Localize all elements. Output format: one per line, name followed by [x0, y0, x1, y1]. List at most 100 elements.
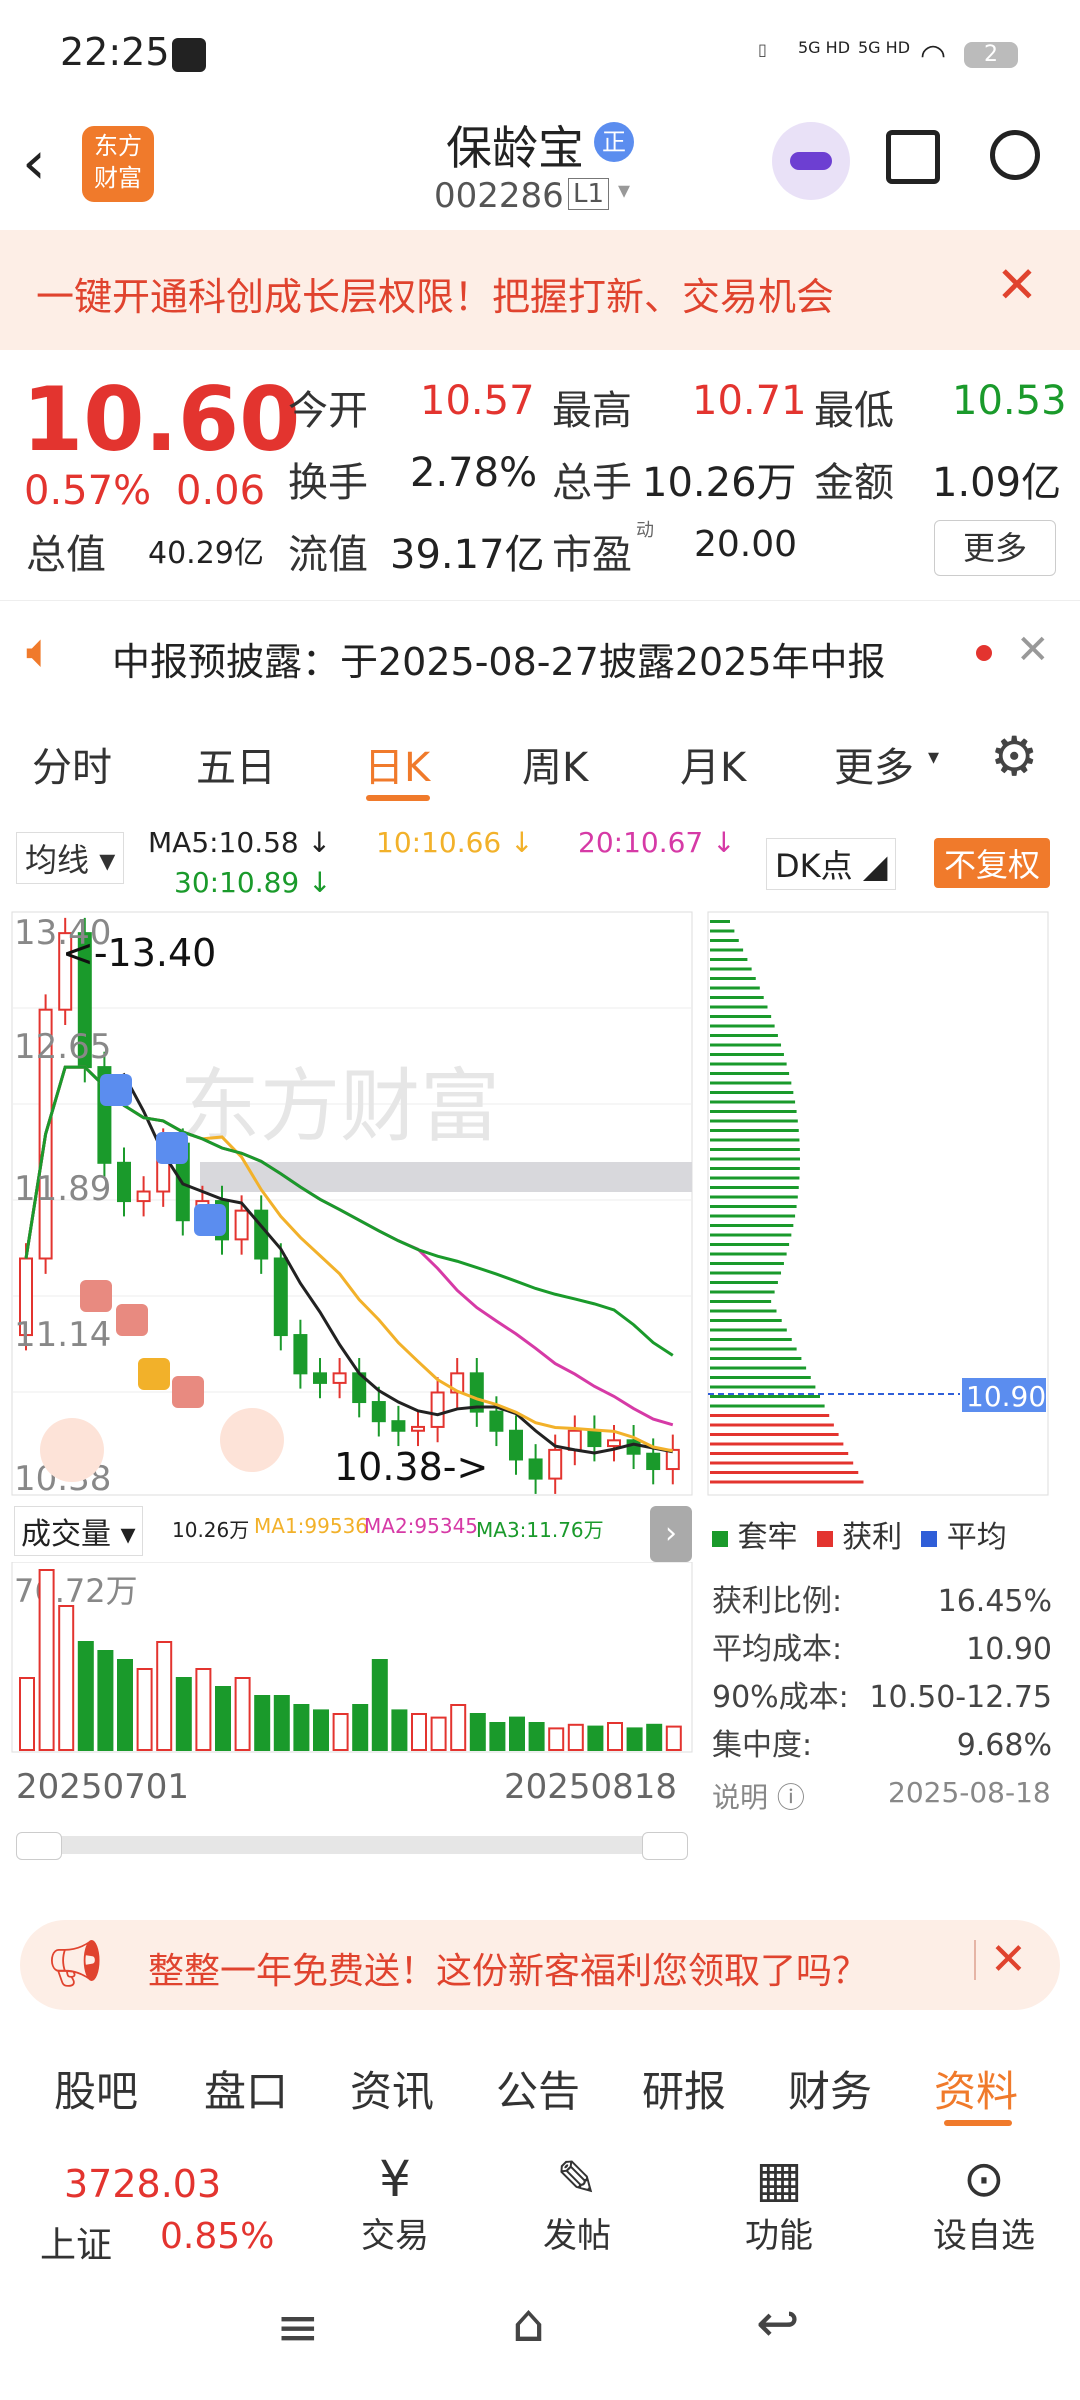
chip-bar — [710, 1271, 782, 1275]
stock-code: 002286 — [434, 176, 564, 216]
adjust-button[interactable]: 不复权 — [934, 838, 1051, 888]
expand-icon — [220, 1408, 284, 1472]
promo-banner[interactable]: 📢︎ 整整一年免费送！这份新客福利您领取了吗？ ✕ — [20, 1920, 1060, 2010]
mktcap-label: 总值 — [26, 532, 106, 578]
share-icon[interactable] — [886, 130, 940, 184]
notice-bar[interactable]: 🔈︎ 中报预披露：于2025-08-27披露2025年中报 ✕ — [0, 600, 1080, 707]
megaphone-icon: 📢︎ — [46, 1936, 105, 1990]
tab-wuri[interactable]: 五日 — [196, 735, 276, 793]
chip-bar — [710, 1262, 784, 1265]
ma-selector[interactable]: 均线 ▾ — [16, 832, 125, 884]
chip-bar — [710, 1461, 854, 1465]
chip-bar — [710, 1005, 768, 1009]
chip-bar — [710, 1471, 859, 1474]
level-badge: L1 — [568, 178, 610, 210]
sell-signal-icon — [194, 1204, 226, 1236]
volume-bar — [528, 1722, 545, 1751]
chip-bar — [710, 1024, 775, 1028]
post-button[interactable]: ✎ 发帖 — [512, 2150, 642, 2257]
volume-selector[interactable]: 成交量 ▾ — [14, 1506, 143, 1556]
tab-more[interactable]: 更多 — [834, 735, 914, 793]
back-icon[interactable]: ‹ — [22, 128, 46, 198]
low-label: 最低 — [814, 388, 894, 434]
chip-bar — [710, 1423, 834, 1427]
function-button[interactable]: ▦ 功能 — [714, 2150, 844, 2257]
tab-zhouk[interactable]: 周K — [522, 735, 588, 793]
chip-bar — [710, 948, 744, 952]
candle — [371, 1401, 386, 1423]
kcb-banner[interactable]: 一键开通科创成长层权限！把握打新、交易机会 ✕ — [0, 230, 1080, 350]
tab-pankou[interactable]: 盘口 — [204, 2058, 288, 2119]
volume-bar — [38, 1569, 55, 1751]
chip-bar — [710, 1100, 796, 1104]
info-tabs: 股吧 盘口 资讯 公告 研报 财务 资料 — [0, 2030, 1080, 2141]
stock-header: ‹ 东方 财富 保龄宝 正 002286 L1 ▾ — [0, 110, 1080, 230]
index-value: 3728.03 — [64, 2162, 222, 2206]
chevron-right-icon[interactable]: › — [650, 1506, 692, 1562]
volume-bar — [371, 1659, 388, 1751]
more-button[interactable]: 更多 — [934, 520, 1056, 576]
search-icon[interactable] — [990, 130, 1040, 180]
settings-gear-icon[interactable]: ⚙ — [990, 725, 1038, 788]
home-icon[interactable]: ⌂ — [512, 2294, 545, 2354]
vol-ma1: MA1:99536 — [254, 1514, 369, 1538]
candle — [273, 1257, 288, 1337]
volume-bar — [626, 1727, 643, 1751]
chip-bar — [710, 996, 764, 999]
add-watchlist-button[interactable]: ⊙ 设自选 — [914, 2150, 1054, 2257]
tab-zixun[interactable]: 资讯 — [350, 2058, 434, 2119]
dk-point-button[interactable]: DK点 ◢ — [766, 838, 897, 890]
volume-bar — [136, 1668, 153, 1751]
chip-bar — [710, 986, 760, 990]
code-dropdown-icon[interactable]: ▾ — [618, 176, 630, 204]
range-handle-right[interactable] — [642, 1832, 688, 1860]
pe-value: 20.00 — [694, 524, 798, 565]
explain-link[interactable]: 说明 ⓘ — [712, 1776, 805, 1816]
tab-guba[interactable]: 股吧 — [54, 2058, 138, 2119]
status-bar: 22:25 ▯ 5G HD 5G HD ◠ 2 — [0, 0, 1080, 110]
chip-bar — [710, 1053, 784, 1056]
back-nav-icon[interactable]: ↩ — [756, 2294, 800, 2354]
menu-icon[interactable]: ≡ — [276, 2298, 320, 2358]
chip-bar — [710, 1395, 820, 1398]
tab-rik[interactable]: 日K — [364, 735, 430, 793]
candle — [587, 1429, 602, 1448]
volume-bar — [273, 1695, 290, 1751]
tab-ziliao[interactable]: 资料 — [934, 2058, 1018, 2119]
range-handle-left[interactable] — [16, 1832, 62, 1860]
volume-bar — [175, 1677, 192, 1751]
chip-bar — [710, 1281, 778, 1284]
candle — [430, 1391, 445, 1428]
trade-button[interactable]: ¥ 交易 — [330, 2150, 460, 2257]
tab-yuek[interactable]: 月K — [680, 735, 746, 793]
volume-bar — [587, 1725, 604, 1752]
volume-bar — [607, 1722, 623, 1751]
chip-bar — [710, 1233, 792, 1237]
tab-yanbao[interactable]: 研报 — [642, 2058, 726, 2119]
bottom-toolbar: 3728.03 上证 0.85% ¥ 交易 ✎ 发帖 ▦ 功能 ⊙ 设自选 — [0, 2140, 1080, 2270]
index-ticker[interactable]: 3728.03 上证 0.85% — [0, 2140, 274, 2270]
volume-bar — [646, 1723, 663, 1752]
change-value: 0.06 — [176, 468, 266, 514]
close-icon[interactable]: ✕ — [996, 256, 1038, 314]
open-label: 今开 — [288, 388, 368, 434]
high-marker: <-13.40 — [62, 931, 216, 975]
chip-bar — [710, 1452, 849, 1455]
amount-label: 金额 — [814, 460, 894, 506]
tab-gonggao[interactable]: 公告 — [496, 2058, 580, 2119]
close-icon[interactable]: ✕ — [990, 1934, 1027, 1985]
range-slider[interactable] — [16, 1832, 688, 1860]
volume-bar — [97, 1650, 114, 1751]
tab-caiwu[interactable]: 财务 — [788, 2058, 872, 2119]
enterprise-badge: 正 — [594, 122, 634, 162]
assistant-avatar[interactable] — [772, 122, 850, 200]
volume-bar — [548, 1727, 565, 1751]
volume-bar — [156, 1641, 173, 1751]
chip-bar — [710, 1347, 797, 1351]
volume-bar — [489, 1722, 506, 1751]
close-icon[interactable]: ✕ — [1016, 627, 1050, 673]
tab-fenshi[interactable]: 分时 — [32, 735, 112, 793]
quote-panel: 10.60 0.57% 0.06 今开 10.57 最高 10.71 最低 10… — [0, 350, 1080, 600]
edit-icon: ✎ — [556, 2150, 598, 2208]
wifi-icon: ◠ — [920, 38, 947, 73]
